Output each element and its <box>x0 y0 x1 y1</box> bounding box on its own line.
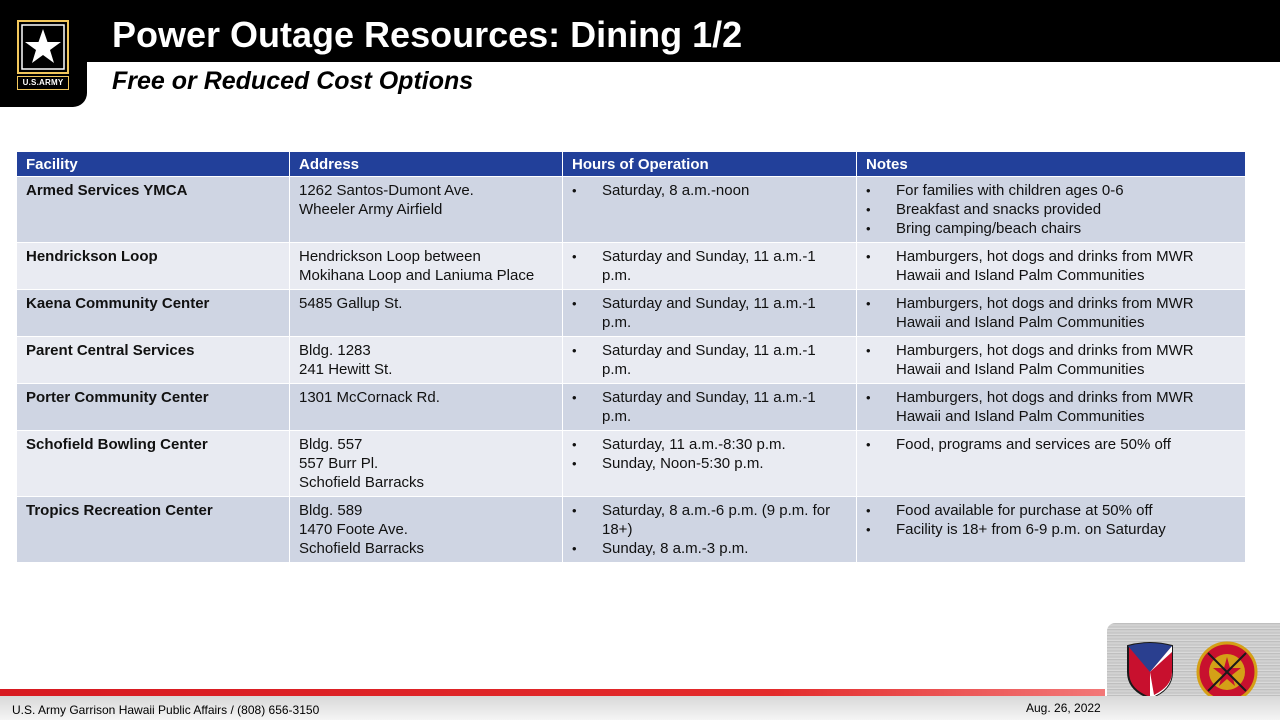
hours-item: Saturday, 8 a.m.-6 p.m. (9 p.m. for 18+) <box>572 501 847 539</box>
table-row: Parent Central Services Bldg. 1283 241 H… <box>16 336 1246 384</box>
note-item: Food available for purchase at 50% off <box>866 501 1236 520</box>
table-row: Porter Community Center 1301 McCornack R… <box>16 383 1246 431</box>
hours-item: Saturday and Sunday, 11 a.m.-1 p.m. <box>572 247 847 285</box>
hours-cell: Saturday, 8 a.m.-6 p.m. (9 p.m. for 18+)… <box>562 496 857 563</box>
hours-item: Saturday and Sunday, 11 a.m.-1 p.m. <box>572 341 847 379</box>
notes-cell: Food, programs and services are 50% off <box>856 430 1246 497</box>
hours-cell: Saturday, 11 a.m.-8:30 p.m. Sunday, Noon… <box>562 430 857 497</box>
page-subtitle: Free or Reduced Cost Options <box>112 67 474 95</box>
address-cell: Bldg. 557 557 Burr Pl. Schofield Barrack… <box>289 430 563 497</box>
dining-resources-table: Facility Address Hours of Operation Note… <box>16 151 1246 563</box>
note-item: Hamburgers, hot dogs and drinks from MWR… <box>866 247 1236 285</box>
facility-cell: Porter Community Center <box>16 383 290 431</box>
address-line: Mokihana Loop and Laniuma Place <box>299 267 535 284</box>
address-line: 5485 Gallup St. <box>299 295 403 312</box>
address-line: 1262 Santos-Dumont Ave. <box>299 182 474 199</box>
address-line: Schofield Barracks <box>299 474 425 491</box>
address-line: Bldg. 1283 <box>299 342 371 359</box>
hours-cell: Saturday and Sunday, 11 a.m.-1 p.m. <box>562 289 857 337</box>
hours-cell: Saturday, 8 a.m.-noon <box>562 176 857 243</box>
note-item: For families with children ages 0-6 <box>866 181 1236 200</box>
column-header-hours: Hours of Operation <box>562 151 857 177</box>
column-header-notes: Notes <box>856 151 1246 177</box>
hours-cell: Saturday and Sunday, 11 a.m.-1 p.m. <box>562 336 857 384</box>
facility-cell: Hendrickson Loop <box>16 242 290 290</box>
hours-cell: Saturday and Sunday, 11 a.m.-1 p.m. <box>562 242 857 290</box>
footer-stripe <box>0 689 1105 696</box>
address-line: Wheeler Army Airfield <box>299 201 443 218</box>
address-line: Bldg. 589 <box>299 502 363 519</box>
note-item: Breakfast and snacks provided <box>866 200 1236 219</box>
hours-item: Saturday and Sunday, 11 a.m.-1 p.m. <box>572 294 847 332</box>
address-line: Bldg. 557 <box>299 436 363 453</box>
address-line: 1301 McCornack Rd. <box>299 389 440 406</box>
note-item: Hamburgers, hot dogs and drinks from MWR… <box>866 341 1236 379</box>
table-row: Tropics Recreation Center Bldg. 589 1470… <box>16 496 1246 563</box>
column-header-facility: Facility <box>16 151 290 177</box>
address-cell: Bldg. 589 1470 Foote Ave. Schofield Barr… <box>289 496 563 563</box>
address-line: Schofield Barracks <box>299 540 425 557</box>
table-row: Schofield Bowling Center Bldg. 557 557 B… <box>16 430 1246 497</box>
army-logo: U.S.ARMY <box>0 0 87 107</box>
address-line: 241 Hewitt St. <box>299 361 393 378</box>
note-item: Hamburgers, hot dogs and drinks from MWR… <box>866 294 1236 332</box>
note-item: Facility is 18+ from 6-9 p.m. on Saturda… <box>866 520 1236 539</box>
address-cell: 5485 Gallup St. <box>289 289 563 337</box>
notes-cell: For families with children ages 0-6 Brea… <box>856 176 1246 243</box>
hours-item: Sunday, 8 a.m.-3 p.m. <box>572 539 847 558</box>
army-star-icon: U.S.ARMY <box>17 20 69 92</box>
table-row: Hendrickson Loop Hendrickson Loop betwee… <box>16 242 1246 290</box>
hours-item: Saturday, 11 a.m.-8:30 p.m. <box>572 435 847 454</box>
address-line: 1470 Foote Ave. <box>299 521 408 538</box>
hours-item: Saturday, 8 a.m.-noon <box>572 181 847 200</box>
address-cell: Bldg. 1283 241 Hewitt St. <box>289 336 563 384</box>
facility-cell: Armed Services YMCA <box>16 176 290 243</box>
address-cell: Hendrickson Loop between Mokihana Loop a… <box>289 242 563 290</box>
facility-cell: Tropics Recreation Center <box>16 496 290 563</box>
address-cell: 1262 Santos-Dumont Ave. Wheeler Army Air… <box>289 176 563 243</box>
table-header-row: Facility Address Hours of Operation Note… <box>16 151 1246 177</box>
notes-cell: Food available for purchase at 50% off F… <box>856 496 1246 563</box>
table-row: Kaena Community Center 5485 Gallup St. S… <box>16 289 1246 337</box>
logo-text: U.S.ARMY <box>17 76 69 90</box>
facility-cell: Schofield Bowling Center <box>16 430 290 497</box>
facility-cell: Parent Central Services <box>16 336 290 384</box>
footer-date: Aug. 26, 2022 <box>1026 701 1101 715</box>
address-cell: 1301 McCornack Rd. <box>289 383 563 431</box>
address-line: 557 Burr Pl. <box>299 455 379 472</box>
note-item: Hamburgers, hot dogs and drinks from MWR… <box>866 388 1236 426</box>
hours-item: Saturday and Sunday, 11 a.m.-1 p.m. <box>572 388 847 426</box>
hours-cell: Saturday and Sunday, 11 a.m.-1 p.m. <box>562 383 857 431</box>
page-title: Power Outage Resources: Dining 1/2 <box>112 14 743 55</box>
note-item: Food, programs and services are 50% off <box>866 435 1236 454</box>
column-header-address: Address <box>289 151 563 177</box>
notes-cell: Hamburgers, hot dogs and drinks from MWR… <box>856 289 1246 337</box>
footer-contact: U.S. Army Garrison Hawaii Public Affairs… <box>12 703 320 717</box>
note-item: Bring camping/beach chairs <box>866 219 1236 238</box>
notes-cell: Hamburgers, hot dogs and drinks from MWR… <box>856 383 1246 431</box>
address-line: Hendrickson Loop between <box>299 248 481 265</box>
hours-item: Sunday, Noon-5:30 p.m. <box>572 454 847 473</box>
facility-cell: Kaena Community Center <box>16 289 290 337</box>
notes-cell: Hamburgers, hot dogs and drinks from MWR… <box>856 336 1246 384</box>
table-row: Armed Services YMCA 1262 Santos-Dumont A… <box>16 176 1246 243</box>
notes-cell: Hamburgers, hot dogs and drinks from MWR… <box>856 242 1246 290</box>
